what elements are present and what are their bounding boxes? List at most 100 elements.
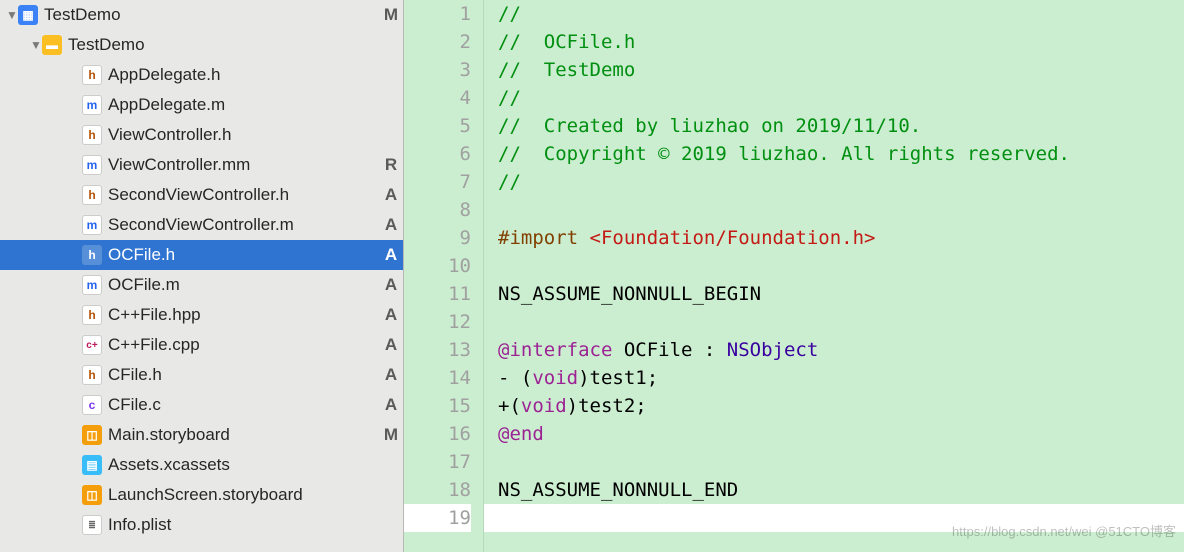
project-navigator[interactable]: ▼▦TestDemoM▼▬TestDemo h AppDelegate.h mAppD… (0, 0, 404, 552)
file-tree-item[interactable]: mAppDelegate.m (0, 90, 403, 120)
file-tree-item[interactable]: ▼▦TestDemoM (0, 0, 403, 30)
line-number: 17 (404, 448, 471, 476)
line-number: 7 (404, 168, 471, 196)
h-file-icon: h (82, 305, 102, 325)
token-comment: // (498, 3, 521, 25)
line-number: 5 (404, 112, 471, 140)
token-kw2: void (532, 367, 578, 389)
file-tree-item[interactable]: ▼▬TestDemo (0, 30, 403, 60)
token-comment: // Copyright © 2019 liuzhao. All rights … (498, 143, 1070, 165)
code-line[interactable] (498, 252, 1184, 280)
m-file-icon: m (82, 95, 102, 115)
disclosure-triangle-icon[interactable]: ▼ (30, 38, 42, 52)
h-file-icon: h (82, 185, 102, 205)
watermark: https://blog.csdn.net/wei @51CTO博客 (952, 518, 1176, 546)
file-name-label: CFile.h (108, 365, 379, 385)
token-black: )test1; (578, 367, 658, 389)
token-kw2: void (521, 395, 567, 417)
file-name-label: SecondViewController.m (108, 215, 379, 235)
code-line[interactable] (498, 308, 1184, 336)
code-line[interactable]: // (498, 0, 1184, 28)
line-number: 3 (404, 56, 471, 84)
code-line[interactable]: @end (498, 420, 1184, 448)
token-black: +( (498, 395, 521, 417)
file-name-label: AppDelegate.h (108, 65, 379, 85)
line-number: 14 (404, 364, 471, 392)
file-name-label: LaunchScreen.storyboard (108, 485, 379, 505)
file-name-label: CFile.c (108, 395, 379, 415)
h-file-icon: h (82, 125, 102, 145)
xc-file-icon: ▤ (82, 455, 102, 475)
file-tree-item[interactable]: hOCFile.hA (0, 240, 403, 270)
code-line[interactable]: // TestDemo (498, 56, 1184, 84)
file-name-label: C++File.cpp (108, 335, 379, 355)
scm-status-badge: A (379, 215, 403, 235)
line-number: 12 (404, 308, 471, 336)
file-name-label: C++File.hpp (108, 305, 379, 325)
code-line[interactable]: // Created by liuzhao on 2019/11/10. (498, 112, 1184, 140)
sb-file-icon: ◫ (82, 425, 102, 445)
folder-file-icon: ▬ (42, 35, 62, 55)
code-line[interactable] (498, 448, 1184, 476)
file-name-label: ViewController.h (108, 125, 379, 145)
file-tree-item[interactable]: h AppDelegate.h (0, 60, 403, 90)
file-name-label: OCFile.h (108, 245, 379, 265)
file-tree-item[interactable]: hCFile.hA (0, 360, 403, 390)
scm-status-badge: A (379, 365, 403, 385)
token-comment: // (498, 87, 521, 109)
token-black: - ( (498, 367, 532, 389)
token-kw: @end (498, 423, 544, 445)
file-tree-item[interactable]: m ViewController.mmR (0, 150, 403, 180)
line-number: 18 (404, 476, 471, 504)
file-tree-item[interactable]: ▤Assets.xcassets (0, 450, 403, 480)
code-editor[interactable]: 12345678910111213141516171819 //// OCFil… (404, 0, 1184, 552)
file-name-label: ViewController.mm (108, 155, 379, 175)
code-line[interactable]: // OCFile.h (498, 28, 1184, 56)
m-file-icon: m (82, 155, 102, 175)
line-number: 16 (404, 420, 471, 448)
scm-status-badge: A (379, 305, 403, 325)
file-name-label: OCFile.m (108, 275, 379, 295)
token-kw: @interface (498, 339, 612, 361)
file-tree-item[interactable]: mOCFile.mA (0, 270, 403, 300)
scm-status-badge: M (379, 5, 403, 25)
line-number: 4 (404, 84, 471, 112)
file-tree-item[interactable]: h ViewController.h (0, 120, 403, 150)
scm-status-badge: A (379, 185, 403, 205)
token-comment: // OCFile.h (498, 31, 635, 53)
file-tree-item[interactable]: m SecondViewController.mA (0, 210, 403, 240)
code-line[interactable] (498, 196, 1184, 224)
token-comment: // (498, 171, 521, 193)
file-tree-item[interactable]: ◫ LaunchScreen.storyboard (0, 480, 403, 510)
code-line[interactable]: // (498, 168, 1184, 196)
sb-file-icon: ◫ (82, 485, 102, 505)
file-name-label: Info.plist (108, 515, 379, 535)
line-number: 11 (404, 280, 471, 308)
file-tree-item[interactable]: h C++File.hppA (0, 300, 403, 330)
file-tree-item[interactable]: ◫Main.storyboardM (0, 420, 403, 450)
disclosure-triangle-icon[interactable]: ▼ (6, 8, 18, 22)
code-line[interactable]: +(void)test2; (498, 392, 1184, 420)
code-line[interactable]: // Copyright © 2019 liuzhao. All rights … (498, 140, 1184, 168)
scm-status-badge: R (379, 155, 403, 175)
m-file-icon: m (82, 215, 102, 235)
token-black: )test2; (567, 395, 647, 417)
line-number: 13 (404, 336, 471, 364)
code-line[interactable]: #import <Foundation/Foundation.h> (498, 224, 1184, 252)
line-number: 10 (404, 252, 471, 280)
file-tree-item[interactable]: c+C++File.cppA (0, 330, 403, 360)
file-tree-item[interactable]: hSecondViewController.hA (0, 180, 403, 210)
line-number: 8 (404, 196, 471, 224)
token-black: NS_ASSUME_NONNULL_BEGIN (498, 283, 761, 305)
scm-status-badge: A (379, 335, 403, 355)
code-line[interactable]: @interface OCFile : NSObject (498, 336, 1184, 364)
code-area[interactable]: // // OCFile.h // TestDemo // // Created by … (484, 0, 1184, 552)
code-line[interactable]: NS_ASSUME_NONNULL_BEGIN (498, 280, 1184, 308)
file-tree-item[interactable]: ≣Info.plist (0, 510, 403, 540)
code-line[interactable]: NS_ASSUME_NONNULL_END (498, 476, 1184, 504)
scm-status-badge: A (379, 395, 403, 415)
code-line[interactable]: - (void)test1; (498, 364, 1184, 392)
code-line[interactable]: // (498, 84, 1184, 112)
h-file-icon: h (82, 65, 102, 85)
file-tree-item[interactable]: cCFile.cA (0, 390, 403, 420)
